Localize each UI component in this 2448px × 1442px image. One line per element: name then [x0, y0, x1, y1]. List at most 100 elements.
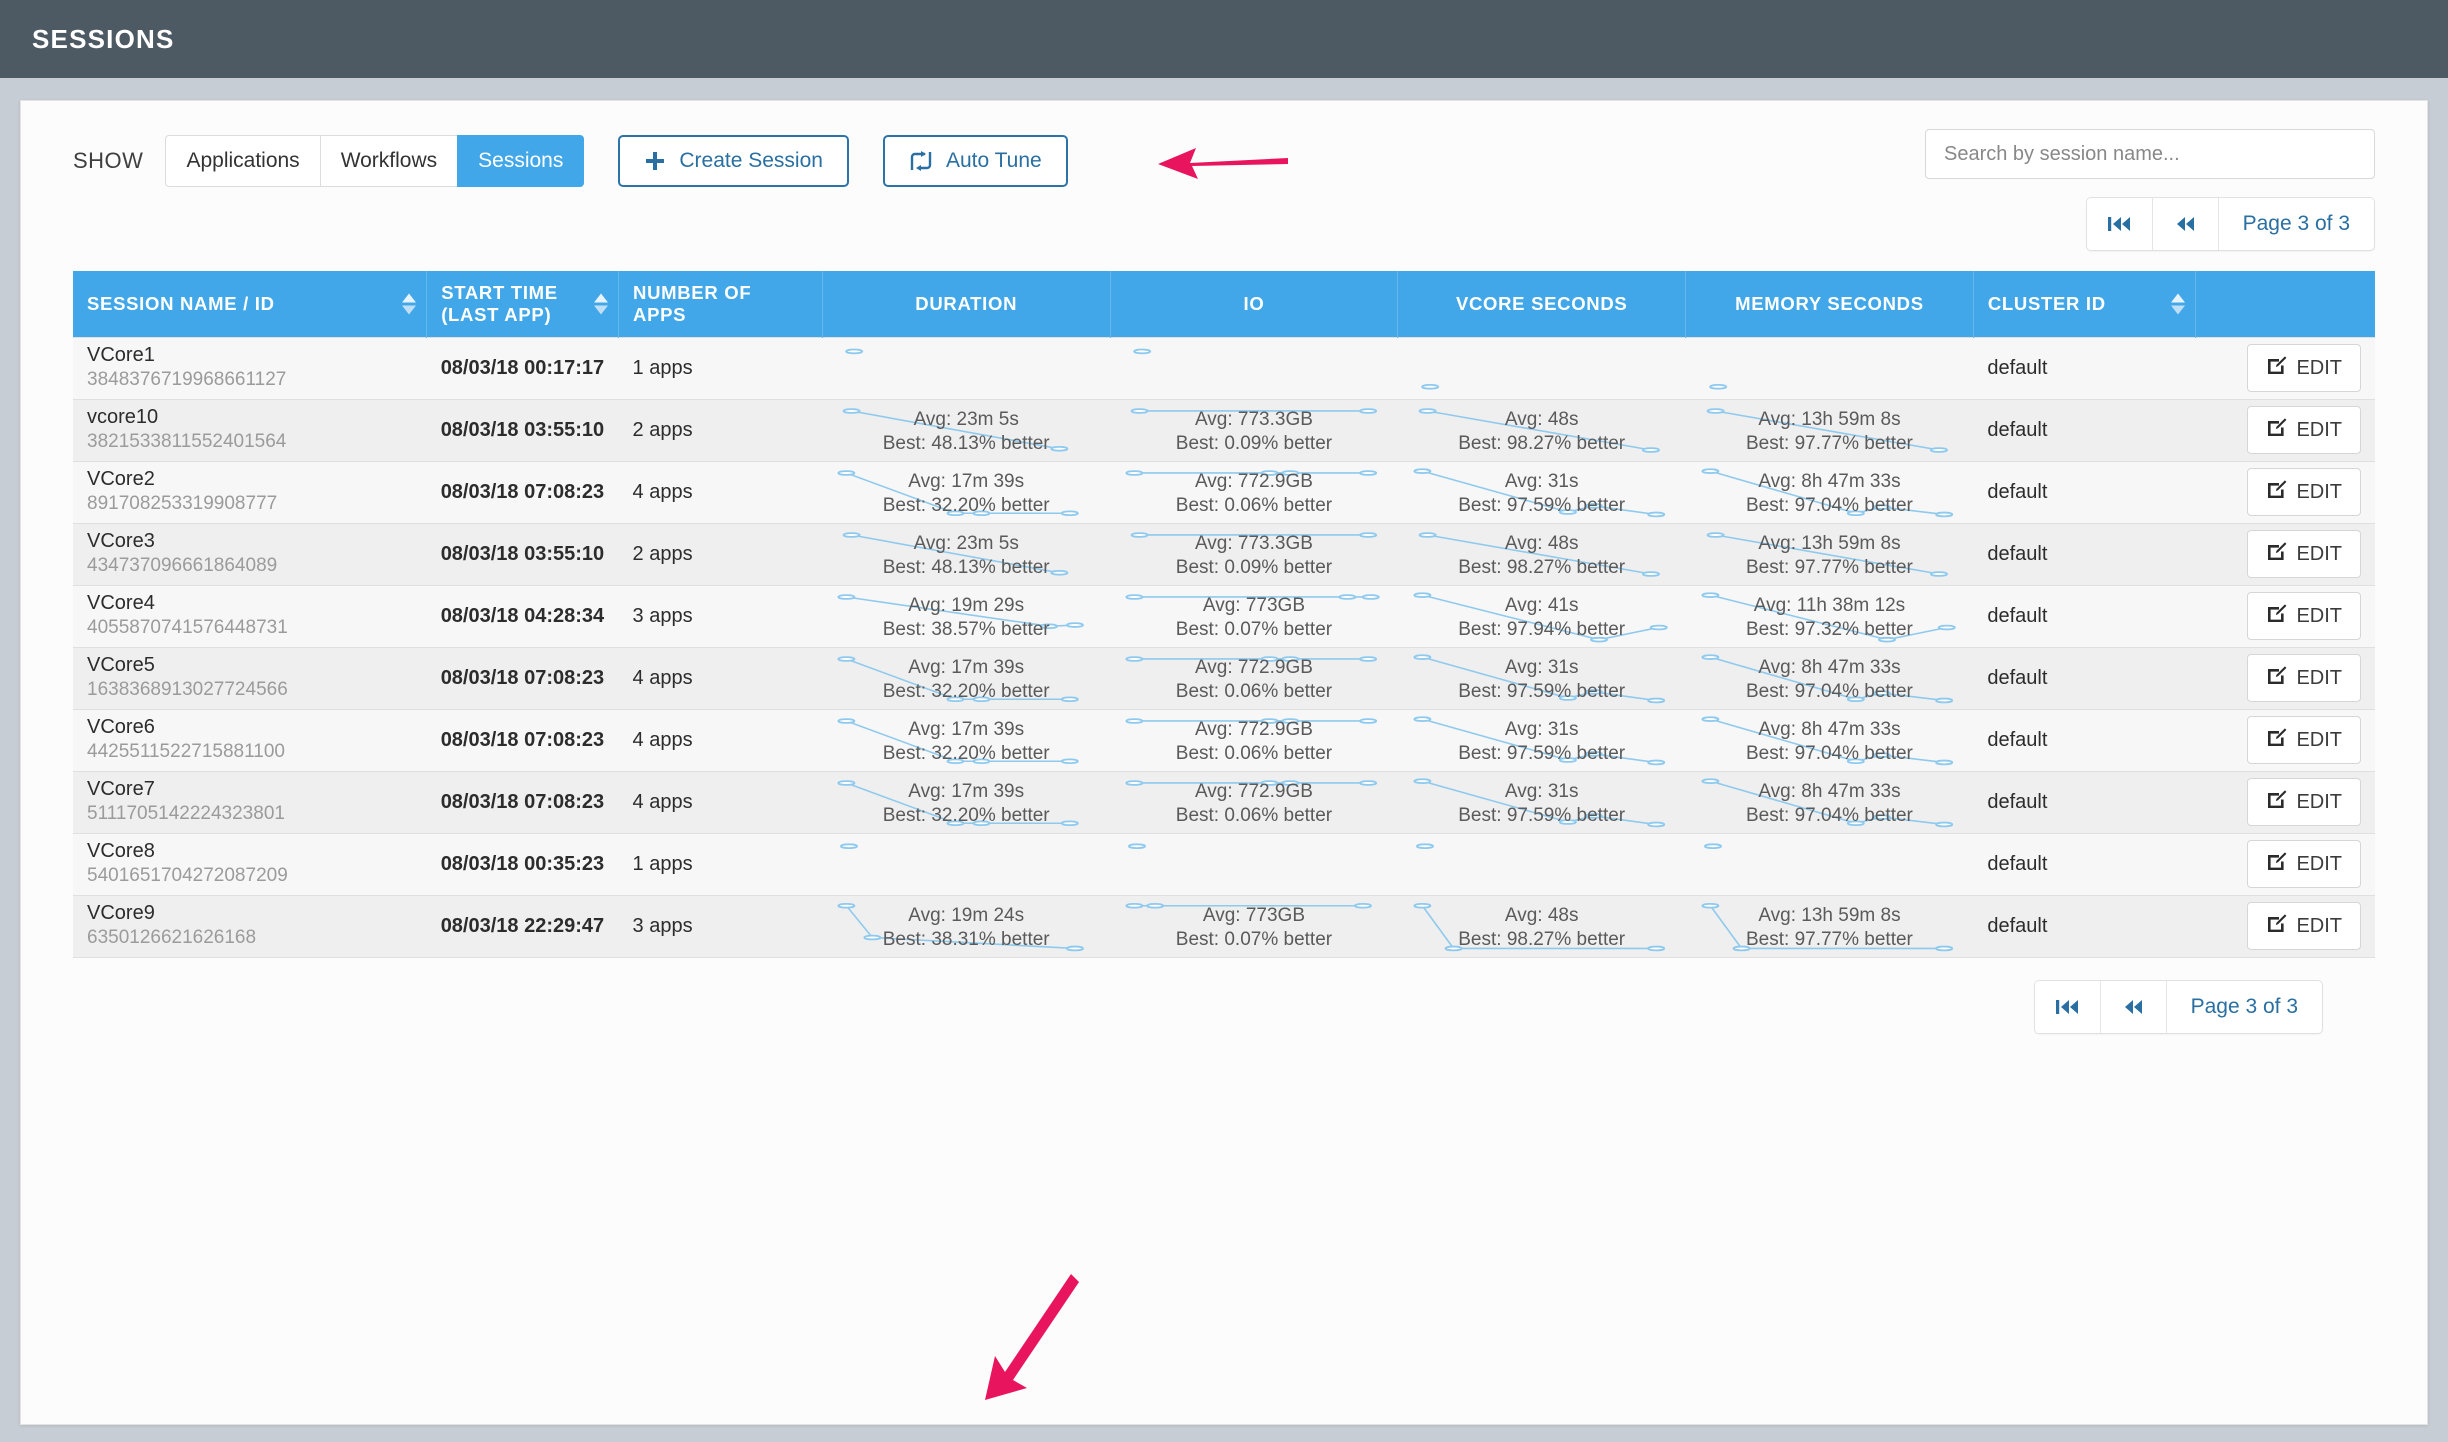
sessions-table: SESSION NAME / ID START TIME (LAST APP) …: [73, 271, 2375, 958]
table-row[interactable]: VCore8 5401651704272087209 08/03/18 00:35:…: [73, 833, 2375, 896]
cell-session-name[interactable]: VCore2 891708253319908777: [73, 461, 427, 524]
cell-start-time: 08/03/18 04:28:34: [426, 585, 619, 648]
column-header-actions: [2195, 271, 2375, 337]
metric-cell-vcore_seconds: Avg: 31s Best: 97.59% better: [1412, 462, 1672, 523]
edit-pencil-icon: [2266, 665, 2287, 692]
sparkline-memory_seconds: [1700, 648, 1960, 709]
session-name: VCore3: [87, 530, 155, 553]
cell-duration: Avg: 17m 39s Best: 32.20% better: [822, 647, 1111, 710]
column-header-io[interactable]: IO: [1110, 271, 1399, 337]
edit-button[interactable]: EDIT: [2247, 406, 2361, 454]
column-header-session-name[interactable]: SESSION NAME / ID: [73, 271, 428, 337]
edit-button[interactable]: EDIT: [2247, 716, 2361, 764]
table-row[interactable]: VCore9 6350126621626168 08/03/18 22:29:47 3…: [73, 895, 2375, 958]
tab-applications[interactable]: Applications: [165, 135, 320, 187]
edit-button[interactable]: EDIT: [2247, 840, 2361, 888]
table-row[interactable]: VCore7 5111705142224323801 08/03/18 07:08:…: [73, 771, 2375, 834]
cell-session-name[interactable]: VCore9 6350126621626168: [73, 895, 427, 958]
cell-actions: EDIT: [2195, 895, 2375, 958]
table-row[interactable]: vcore10 3821533811552401564 08/03/18 03:55…: [73, 399, 2375, 462]
pagination-bottom: Page 3 of 3: [73, 979, 2375, 1034]
cell-session-name[interactable]: VCore5 1638368913027724566: [73, 647, 427, 710]
column-header-memory-seconds[interactable]: MEMORY SECONDS: [1685, 271, 1974, 337]
cell-cluster-id: default: [1973, 461, 2196, 524]
column-header-duration[interactable]: DURATION: [822, 271, 1111, 337]
edit-button[interactable]: EDIT: [2247, 778, 2361, 826]
session-id: 3848376719968661127: [87, 369, 287, 391]
sort-arrows-icon[interactable]: [402, 293, 417, 315]
create-session-button[interactable]: Create Session: [618, 135, 849, 187]
search-input[interactable]: [1925, 129, 2375, 179]
edit-button[interactable]: EDIT: [2247, 468, 2361, 516]
sparkline-duration: [836, 400, 1096, 461]
session-id: 5401651704272087209: [87, 865, 288, 887]
sort-arrows-icon[interactable]: [594, 293, 609, 315]
tab-sessions[interactable]: Sessions: [457, 135, 585, 187]
edit-button[interactable]: EDIT: [2247, 654, 2361, 702]
metric-cell-io: Avg: 773.3GB Best: 0.09% better: [1124, 400, 1384, 461]
cell-session-name[interactable]: VCore4 4055870741576448731: [73, 585, 427, 648]
session-name: VCore2: [87, 468, 155, 491]
column-header-vcore-seconds[interactable]: VCORE SECONDS: [1397, 271, 1687, 337]
edit-button[interactable]: EDIT: [2247, 344, 2361, 392]
table-row[interactable]: VCore6 4425511522715881100 08/03/18 07:08:…: [73, 709, 2375, 772]
metric-cell-memory_seconds: Avg: 8h 47m 33s Best: 97.04% better: [1700, 710, 1960, 771]
edit-label: EDIT: [2296, 604, 2342, 627]
cell-session-name[interactable]: VCore6 4425511522715881100: [73, 709, 427, 772]
pagination-group-top: Page 3 of 3: [2085, 197, 2375, 251]
cell-duration: Avg: 17m 39s Best: 32.20% better: [822, 771, 1111, 834]
first-page-button-top[interactable]: [2086, 198, 2153, 250]
sparkline-memory_seconds: [1700, 524, 1960, 585]
metric-cell-duration: Avg: 17m 39s Best: 32.20% better: [836, 462, 1096, 523]
metric-cell-vcore_seconds: [1412, 834, 1672, 895]
column-header-number-of-apps[interactable]: NUMBER OF APPS: [618, 271, 823, 337]
cluster-id: default: [1987, 418, 2048, 441]
cell-vcore-seconds: Avg: 41s Best: 97.94% better: [1397, 585, 1686, 648]
table-row[interactable]: VCore5 1638368913027724566 08/03/18 07:08:…: [73, 647, 2375, 710]
table-row[interactable]: VCore1 3848376719968661127 08/03/18 00:17:…: [73, 336, 2375, 400]
edit-button[interactable]: EDIT: [2247, 592, 2361, 640]
table-row[interactable]: VCore4 4055870741576448731 08/03/18 04:28:…: [73, 585, 2375, 648]
cell-session-name[interactable]: VCore3 434737096661864089: [73, 523, 427, 586]
previous-page-button-bottom[interactable]: [2100, 980, 2167, 1033]
cell-duration: Avg: 23m 5s Best: 48.13% better: [822, 523, 1111, 586]
auto-tune-button[interactable]: Auto Tune: [882, 135, 1068, 187]
cell-session-name[interactable]: VCore1 3848376719968661127: [73, 336, 427, 400]
tab-workflows[interactable]: Workflows: [319, 135, 458, 187]
previous-page-button-top[interactable]: [2152, 198, 2219, 250]
sparkline-memory_seconds: [1700, 772, 1960, 833]
column-header-cluster-id[interactable]: CLUSTER ID: [1973, 271, 2196, 337]
session-id: 891708253319908777: [87, 493, 278, 515]
cell-memory-seconds: Avg: 8h 47m 33s Best: 97.04% better: [1685, 771, 1974, 834]
sparkline-memory_seconds: [1700, 710, 1960, 771]
cell-duration: Avg: 23m 5s Best: 48.13% better: [822, 399, 1111, 462]
table-row[interactable]: VCore2 891708253319908777 08/03/18 07:08:2…: [73, 461, 2375, 524]
metric-cell-duration: Avg: 17m 39s Best: 32.20% better: [836, 648, 1096, 709]
cluster-id: default: [1987, 728, 2048, 751]
metric-cell-duration: Avg: 19m 24s Best: 38.31% better: [836, 896, 1096, 957]
sort-arrows-icon[interactable]: [2170, 293, 2185, 315]
cell-session-name[interactable]: VCore7 5111705142224323801: [73, 771, 427, 834]
cell-session-name[interactable]: VCore8 5401651704272087209: [73, 833, 427, 896]
sparkline-vcore_seconds: [1412, 400, 1672, 461]
edit-button[interactable]: EDIT: [2247, 902, 2361, 950]
table-row[interactable]: VCore3 434737096661864089 08/03/18 03:55:1…: [73, 523, 2375, 586]
cell-io: Avg: 773.3GB Best: 0.09% better: [1110, 399, 1398, 462]
cell-io: Avg: 773GB Best: 0.07% better: [1110, 585, 1398, 648]
number-of-apps: 4 apps: [632, 480, 693, 503]
first-page-button-bottom[interactable]: [2034, 980, 2101, 1033]
metric-cell-io: Avg: 773GB Best: 0.07% better: [1124, 586, 1384, 647]
sparkline-duration: [836, 710, 1096, 771]
cell-number-of-apps: 3 apps: [618, 895, 823, 958]
cell-session-name[interactable]: vcore10 3821533811552401564: [73, 399, 427, 462]
metric-cell-memory_seconds: Avg: 13h 59m 8s Best: 97.77% better: [1700, 524, 1960, 585]
column-header-start-time[interactable]: START TIME (LAST APP): [426, 271, 620, 337]
cell-vcore-seconds: Avg: 48s Best: 98.27% better: [1397, 399, 1686, 462]
cell-memory-seconds: Avg: 8h 47m 33s Best: 97.04% better: [1685, 709, 1974, 772]
edit-button[interactable]: EDIT: [2247, 530, 2361, 578]
number-of-apps: 1 apps: [632, 852, 693, 875]
edit-label: EDIT: [2296, 480, 2342, 503]
sparkline-memory_seconds: [1700, 834, 1960, 895]
cluster-id: default: [1987, 666, 2048, 689]
metric-cell-vcore_seconds: Avg: 31s Best: 97.59% better: [1412, 710, 1672, 771]
